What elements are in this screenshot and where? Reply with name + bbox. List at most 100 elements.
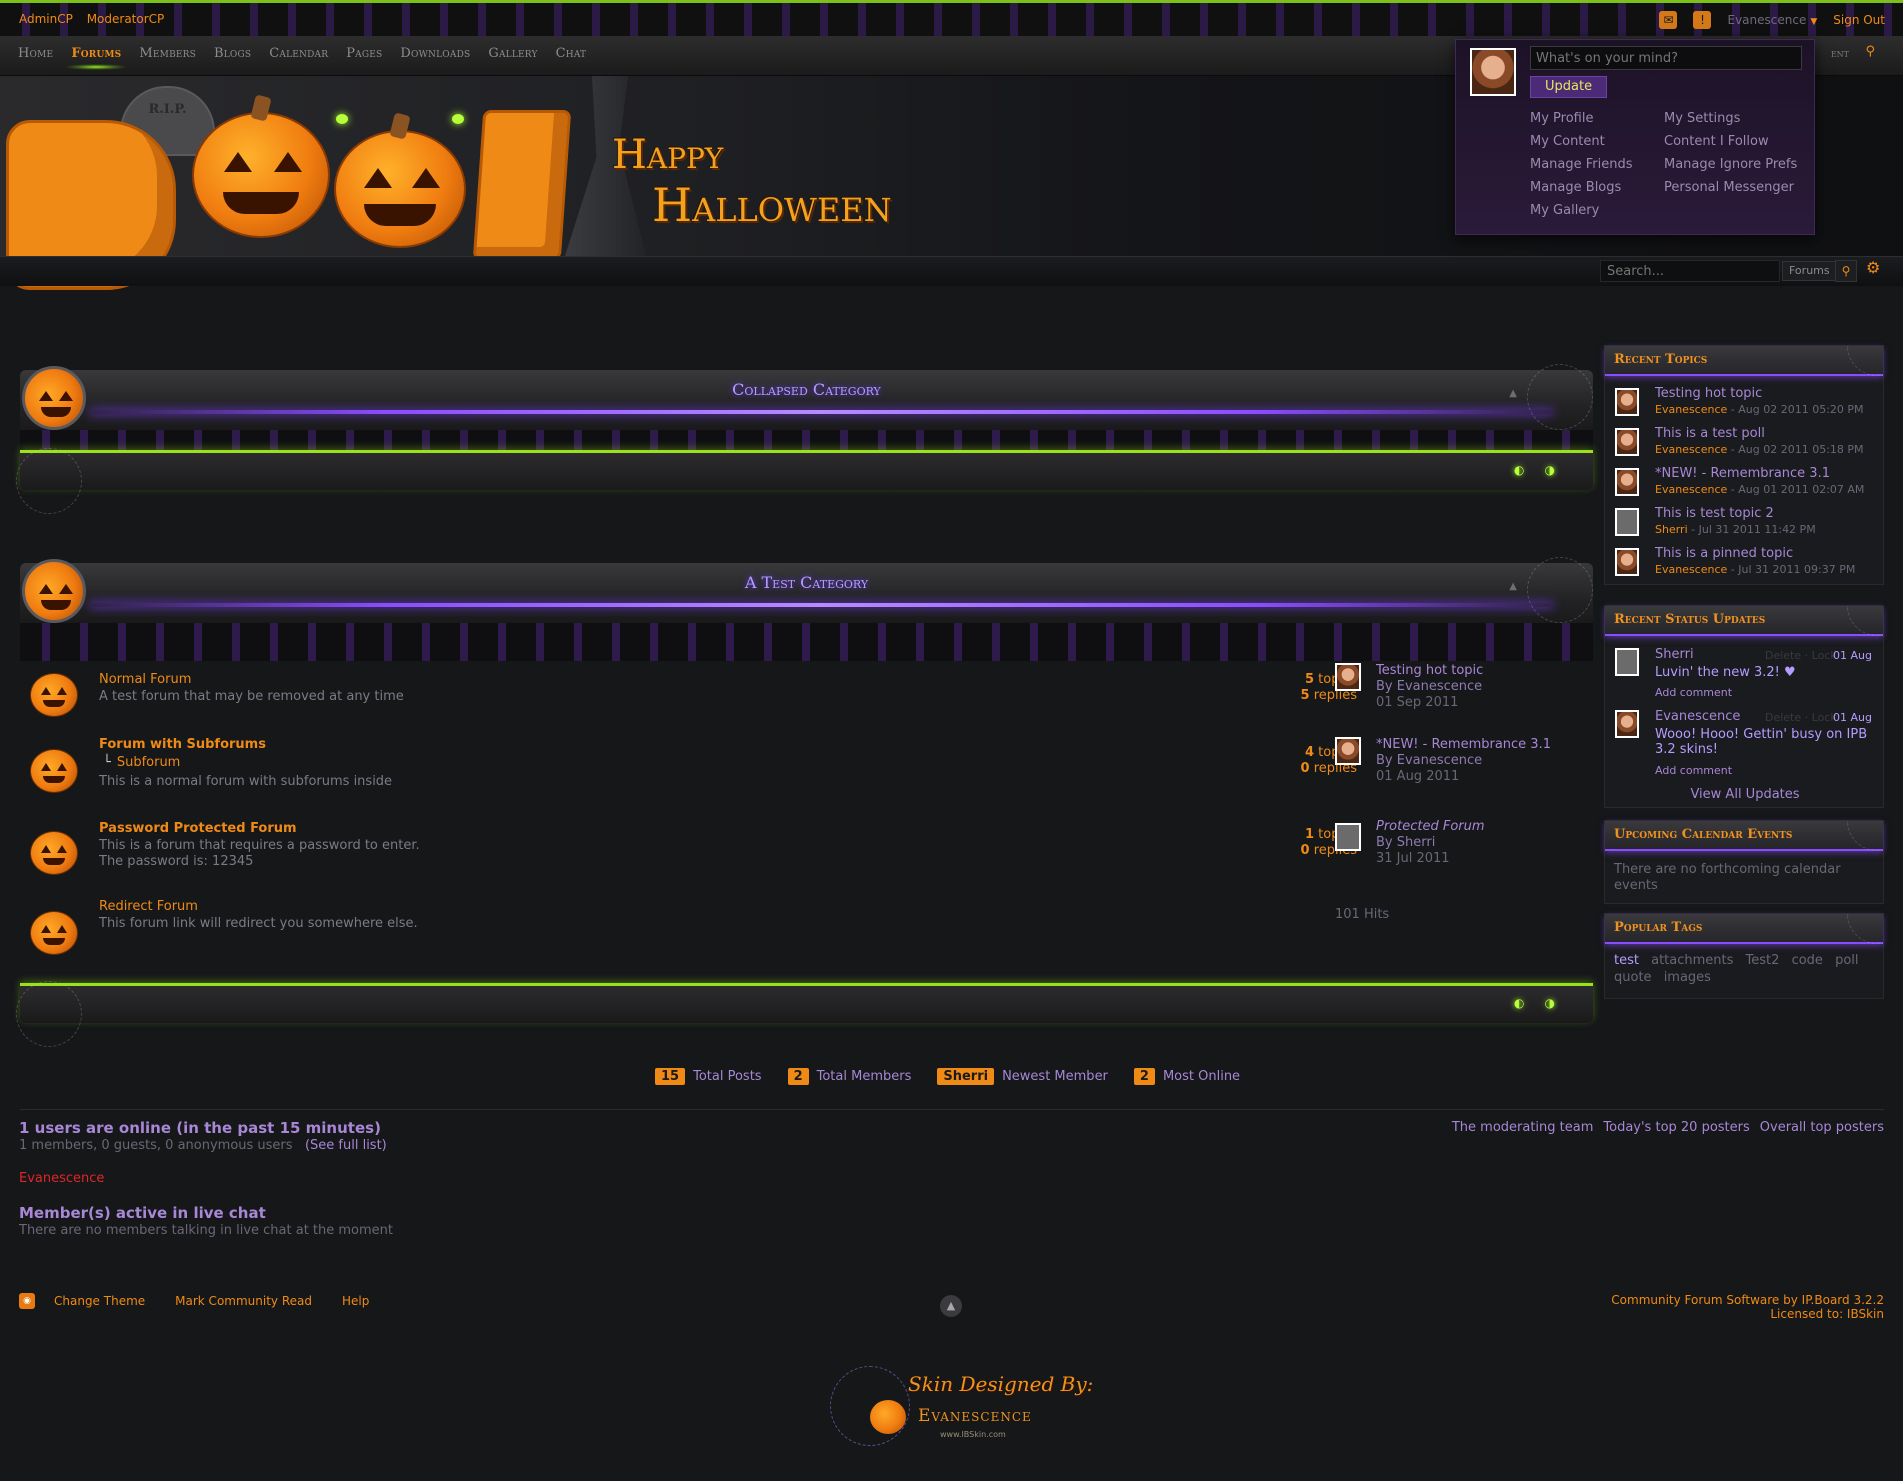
menu-manage-blogs[interactable]: Manage Blogs — [1530, 179, 1664, 197]
avatar[interactable] — [1615, 508, 1639, 536]
collapse-toggle-icon[interactable]: ▲ — [1509, 581, 1517, 592]
category-title[interactable]: Collapsed Category — [20, 380, 1593, 399]
overall-top-posters-link[interactable]: Overall top posters — [1760, 1120, 1884, 1135]
expand-toggle-icon[interactable]: ▲ — [1509, 388, 1517, 399]
nav-pages[interactable]: Pages — [346, 46, 382, 61]
last-post-title[interactable]: *NEW! - Remembrance 3.1 — [1376, 737, 1551, 753]
topic-author[interactable]: Evanescence — [1655, 443, 1727, 456]
status-author[interactable]: Sherri — [1655, 647, 1694, 662]
last-post-title[interactable]: Testing hot topic — [1376, 663, 1483, 679]
top-20-posters-link[interactable]: Today's top 20 posters — [1603, 1120, 1749, 1135]
nav-forums[interactable]: Forums — [65, 46, 128, 70]
search-scope-button[interactable]: Forums — [1782, 261, 1837, 281]
avatar[interactable] — [1335, 823, 1361, 851]
menu-content-i-follow[interactable]: Content I Follow — [1664, 133, 1804, 151]
avatar[interactable] — [1615, 468, 1639, 496]
search-icon[interactable]: ⚲ — [1835, 260, 1857, 282]
back-to-top-icon[interactable]: ▲ — [940, 1295, 962, 1317]
topic-title[interactable]: This is a pinned topic — [1655, 546, 1793, 561]
glowing-eye — [336, 114, 348, 124]
online-users-summary: 1 members, 0 guests, 0 anonymous users (… — [19, 1138, 387, 1153]
mark-read-link[interactable]: Mark Community Read — [175, 1294, 312, 1308]
nav-home[interactable]: Home — [18, 46, 53, 61]
menu-my-settings[interactable]: My Settings — [1664, 110, 1804, 128]
menu-my-profile[interactable]: My Profile — [1530, 110, 1664, 128]
avatar[interactable] — [1615, 388, 1639, 416]
last-post-info: Protected Forum By Sherri 31 Jul 2011 — [1376, 819, 1485, 867]
location-pin-icon[interactable]: ⚲ — [1865, 44, 1875, 59]
tag-link[interactable]: images — [1664, 970, 1711, 985]
avatar[interactable] — [1615, 710, 1639, 738]
add-comment-link[interactable]: Add comment — [1655, 764, 1732, 777]
avatar[interactable] — [1615, 428, 1639, 456]
status-actions[interactable]: Delete · Lock — [1765, 711, 1837, 724]
topic-title[interactable]: This is a test poll — [1655, 426, 1765, 441]
avatar[interactable] — [1615, 548, 1639, 576]
status-author[interactable]: Evanescence — [1655, 709, 1740, 724]
copyright-software-link[interactable]: Community Forum Software by IP.Board 3.2… — [1611, 1293, 1884, 1307]
search-input[interactable] — [1600, 260, 1780, 282]
topic-author[interactable]: Evanescence — [1655, 403, 1727, 416]
avatar[interactable] — [1615, 648, 1639, 676]
forum-name[interactable]: Forum with Subforums — [99, 737, 266, 752]
moderating-team-link[interactable]: The moderating team — [1452, 1120, 1594, 1135]
view-all-updates-link[interactable]: View All Updates — [1605, 787, 1885, 802]
topic-author[interactable]: Evanescence — [1655, 483, 1727, 496]
see-full-list-link[interactable]: (See full list) — [305, 1138, 387, 1153]
nav-members[interactable]: Members — [139, 46, 196, 61]
sign-out-link[interactable]: Sign Out — [1833, 13, 1885, 27]
tag-link[interactable]: poll — [1835, 953, 1858, 968]
nav-downloads[interactable]: Downloads — [400, 46, 470, 61]
notifications-icon[interactable]: ! — [1693, 11, 1712, 29]
topic-title[interactable]: Testing hot topic — [1655, 386, 1762, 401]
menu-manage-friends[interactable]: Manage Friends — [1530, 156, 1664, 174]
forum-name[interactable]: Redirect Forum — [99, 899, 198, 914]
status-input[interactable] — [1530, 46, 1802, 70]
update-status-button[interactable]: Update — [1530, 76, 1608, 98]
nav-blogs[interactable]: Blogs — [214, 46, 251, 61]
credit-url[interactable]: www.IBSkin.com — [940, 1430, 1006, 1439]
menu-my-gallery[interactable]: My Gallery — [1530, 202, 1664, 220]
category-title[interactable]: A Test Category — [20, 573, 1593, 592]
status-actions[interactable]: Delete · Lock — [1765, 649, 1837, 662]
topic-author[interactable]: Sherri — [1655, 523, 1688, 536]
nav-gallery[interactable]: Gallery — [488, 46, 537, 61]
last-post-title[interactable]: Protected Forum — [1376, 819, 1485, 835]
forum-name[interactable]: Password Protected Forum — [99, 821, 297, 836]
tag-link[interactable]: quote — [1614, 970, 1652, 985]
last-post-author[interactable]: By Evanescence — [1376, 753, 1551, 769]
tag-link[interactable]: Test2 — [1746, 953, 1780, 968]
tag-link[interactable]: attachments — [1651, 953, 1733, 968]
messenger-icon[interactable]: ✉ — [1659, 11, 1678, 29]
admin-cp-link[interactable]: AdminCP — [19, 12, 73, 26]
topic-author[interactable]: Evanescence — [1655, 563, 1727, 576]
last-post-author[interactable]: By Evanescence — [1376, 679, 1483, 695]
menu-personal-messenger[interactable]: Personal Messenger — [1664, 179, 1804, 197]
moderator-cp-link[interactable]: ModeratorCP — [87, 12, 165, 26]
menu-my-content[interactable]: My Content — [1530, 133, 1664, 151]
status-date: 01 Aug — [1833, 649, 1872, 662]
tag-link[interactable]: code — [1792, 953, 1823, 968]
menu-manage-ignore-prefs[interactable]: Manage Ignore Prefs — [1664, 156, 1804, 174]
nav-calendar[interactable]: Calendar — [269, 46, 328, 61]
stat-newest-member[interactable]: Sherri Newest Member — [937, 1068, 1108, 1085]
tag-link[interactable]: test — [1614, 953, 1639, 968]
user-menu-toggle[interactable]: Evanescence ▼ — [1727, 13, 1817, 27]
avatar[interactable] — [1335, 663, 1361, 691]
last-post-author[interactable]: By Sherri — [1376, 835, 1485, 851]
avatar[interactable] — [1470, 48, 1516, 96]
change-theme-link[interactable]: Change Theme — [54, 1294, 145, 1308]
spiderweb-icon — [16, 448, 82, 514]
avatar[interactable] — [1335, 737, 1361, 765]
add-comment-link[interactable]: Add comment — [1655, 686, 1732, 699]
topic-title[interactable]: This is test topic 2 — [1655, 506, 1774, 521]
online-user-link[interactable]: Evanescence — [19, 1171, 104, 1186]
nav-partial-item[interactable]: ent — [1831, 47, 1849, 60]
subforum-link[interactable]: └ Subforum — [103, 755, 180, 770]
gear-icon[interactable]: ⚙ — [1866, 258, 1880, 277]
rss-icon[interactable]: ◉ — [19, 1293, 35, 1309]
forum-name[interactable]: Normal Forum — [99, 672, 191, 687]
topic-title[interactable]: *NEW! - Remembrance 3.1 — [1655, 466, 1830, 481]
nav-chat[interactable]: Chat — [556, 46, 587, 61]
help-link[interactable]: Help — [342, 1294, 369, 1308]
